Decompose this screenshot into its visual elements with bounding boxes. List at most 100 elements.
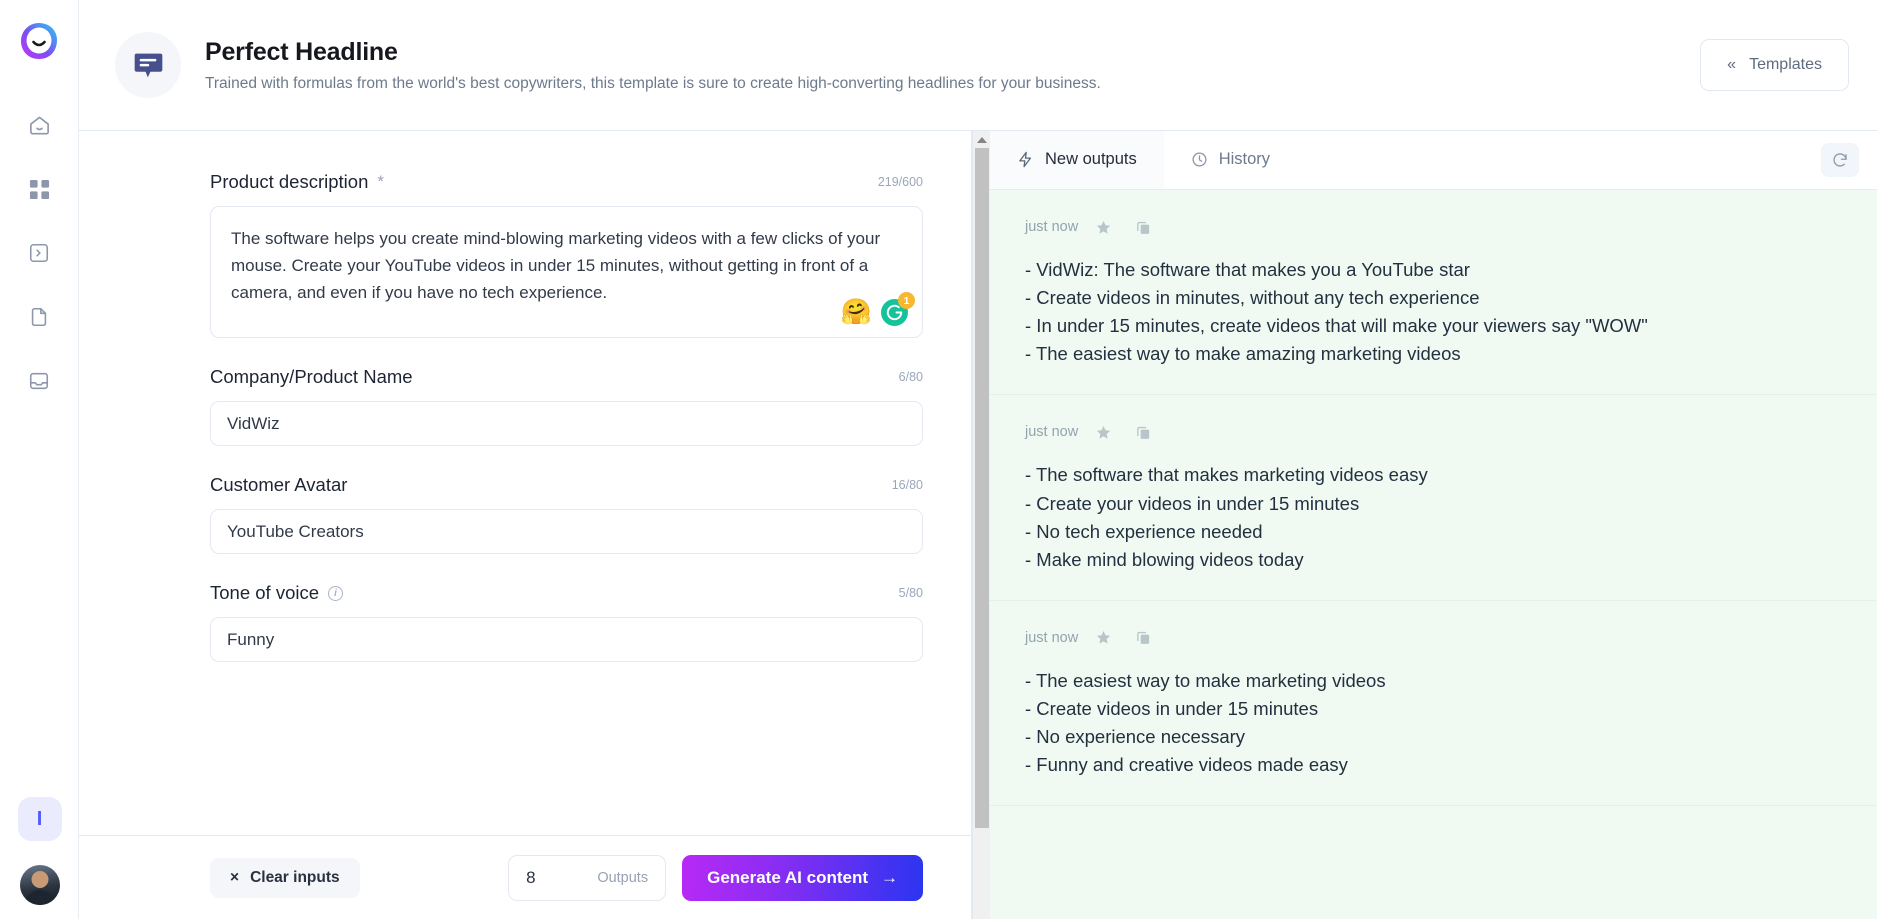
tab-new-outputs[interactable]: New outputs [990, 131, 1164, 189]
refresh-icon [1831, 151, 1849, 169]
tab-new-outputs-label: New outputs [1045, 149, 1137, 168]
copy-icon[interactable] [1128, 419, 1158, 445]
double-chevron-left-icon: « [1727, 56, 1737, 73]
output-card-header: just now [1025, 625, 1842, 651]
field-label: Tone of voice i [210, 582, 344, 604]
outputs-stepper[interactable]: 8 Outputs [508, 854, 667, 901]
char-counter: 16/80 [891, 478, 923, 492]
field-header: Product description * 219/600 [210, 171, 923, 193]
page-title: Perfect Headline [205, 37, 398, 66]
scrollbar-up-button[interactable] [973, 131, 990, 148]
output-timestamp: just now [1025, 219, 1079, 235]
header-text: Perfect Headline Trained with formulas f… [205, 38, 1700, 93]
field-header: Company/Product Name 6/80 [210, 366, 923, 388]
output-line: - The software that makes marketing vide… [1025, 464, 1428, 486]
field-header: Customer Avatar 16/80 [210, 474, 923, 496]
clear-inputs-label: Clear inputs [250, 868, 340, 886]
clear-inputs-button[interactable]: × Clear inputs [210, 857, 360, 898]
outputs-stepper-label: Outputs [597, 869, 649, 886]
generate-ai-content-button[interactable]: Generate AI content → [682, 854, 923, 901]
sidebar-item-inbox[interactable] [18, 360, 60, 402]
body-row: Product description * 219/600 The softwa… [79, 131, 1877, 919]
output-line: - Funny and creative videos made easy [1025, 754, 1348, 776]
field-customer-avatar: Customer Avatar 16/80 YouTube Creators [210, 474, 923, 554]
label-text: Company/Product Name [210, 366, 413, 387]
form-pane: Product description * 219/600 The softwa… [79, 131, 972, 919]
form-action-bar: × Clear inputs 8 Outputs Generate AI con… [79, 835, 971, 919]
sidebar-item-templates[interactable] [18, 168, 60, 210]
copy-icon[interactable] [1128, 625, 1158, 651]
outputs-pane: New outputs History just now - VidWiz: T… [990, 131, 1877, 919]
page-subtitle: Trained with formulas from the world's b… [205, 74, 1101, 92]
grammarly-icon[interactable]: 1 [881, 292, 915, 326]
generate-button-label: Generate AI content [707, 867, 868, 887]
field-label: Customer Avatar [210, 474, 347, 496]
tone-of-voice-input[interactable]: Funny [210, 617, 923, 662]
tab-history[interactable]: History [1164, 131, 1297, 189]
star-icon[interactable] [1088, 625, 1118, 651]
output-card[interactable]: just now [990, 395, 1877, 601]
star-icon[interactable] [1088, 214, 1118, 240]
form-scrollbar[interactable] [972, 131, 990, 919]
app-logo[interactable] [18, 20, 60, 62]
char-counter: 5/80 [898, 586, 923, 600]
lightning-icon [1017, 151, 1034, 168]
customer-avatar-input[interactable]: YouTube Creators [210, 509, 923, 554]
field-label: Product description * [210, 171, 384, 193]
left-rail: I [0, 0, 79, 919]
hugging-face-emoji-icon[interactable]: 🤗 [841, 300, 872, 325]
label-text: Tone of voice [210, 582, 320, 603]
main-area: Perfect Headline Trained with formulas f… [79, 0, 1877, 919]
grammarly-badge: 1 [898, 292, 915, 309]
output-card[interactable]: just now [990, 601, 1877, 807]
field-product-description: Product description * 219/600 The softwa… [210, 171, 923, 338]
output-line: - Create videos in under 15 minutes [1025, 697, 1319, 719]
output-line: - VidWiz: The software that makes you a … [1025, 259, 1470, 280]
char-counter: 6/80 [898, 370, 923, 384]
close-icon: × [230, 868, 240, 886]
sidebar-item-documents[interactable] [18, 296, 60, 338]
clock-icon [1191, 151, 1208, 168]
field-header: Tone of voice i 5/80 [210, 582, 923, 604]
output-line: - Make mind blowing videos today [1025, 548, 1304, 570]
field-label: Company/Product Name [210, 366, 413, 388]
sidebar-item-home[interactable] [18, 104, 60, 146]
output-line: - Create your videos in under 15 minutes [1025, 492, 1360, 514]
grid-icon [29, 179, 50, 200]
info-icon[interactable]: i [328, 585, 344, 601]
customer-avatar-value: YouTube Creators [227, 521, 364, 541]
product-description-value: The software helps you create mind-blowi… [231, 229, 885, 303]
company-product-name-input[interactable]: VidWiz [210, 401, 923, 446]
output-card-header: just now [1025, 419, 1842, 445]
avatar[interactable] [19, 865, 60, 905]
output-timestamp: just now [1025, 629, 1079, 646]
output-line: - Create videos in minutes, without any … [1025, 287, 1480, 309]
refresh-outputs-button[interactable] [1821, 143, 1859, 177]
product-description-input[interactable]: The software helps you create mind-blowi… [210, 206, 923, 338]
code-icon [28, 242, 50, 264]
templates-button-label: Templates [1749, 56, 1822, 73]
arrow-right-icon: → [881, 867, 898, 887]
label-text: Product description [210, 171, 369, 192]
form-scroll: Product description * 219/600 The softwa… [79, 131, 971, 835]
sidebar-item-commands[interactable] [18, 232, 60, 274]
chevron-up-icon [976, 136, 987, 143]
user-initial-badge[interactable]: I [17, 797, 62, 841]
field-company-product-name: Company/Product Name 6/80 VidWiz [210, 366, 923, 446]
copy-icon[interactable] [1128, 214, 1158, 240]
tone-of-voice-value: Funny [227, 629, 275, 649]
company-product-name-value: VidWiz [227, 413, 280, 433]
output-card[interactable]: just now [990, 190, 1877, 396]
scrollbar-thumb[interactable] [975, 148, 989, 828]
page-header: Perfect Headline Trained with formulas f… [79, 0, 1877, 131]
templates-button[interactable]: « Templates [1700, 39, 1849, 91]
output-timestamp: just now [1025, 424, 1079, 441]
inbox-icon [28, 370, 50, 392]
output-card-header: just now [1025, 214, 1842, 240]
output-line: - The easiest way to make marketing vide… [1025, 669, 1386, 691]
outputs-list: just now - VidWiz: The software that mak… [990, 190, 1877, 919]
document-icon [28, 306, 50, 328]
star-icon[interactable] [1088, 419, 1118, 445]
tab-history-label: History [1218, 149, 1271, 168]
required-marker: * [377, 172, 384, 191]
